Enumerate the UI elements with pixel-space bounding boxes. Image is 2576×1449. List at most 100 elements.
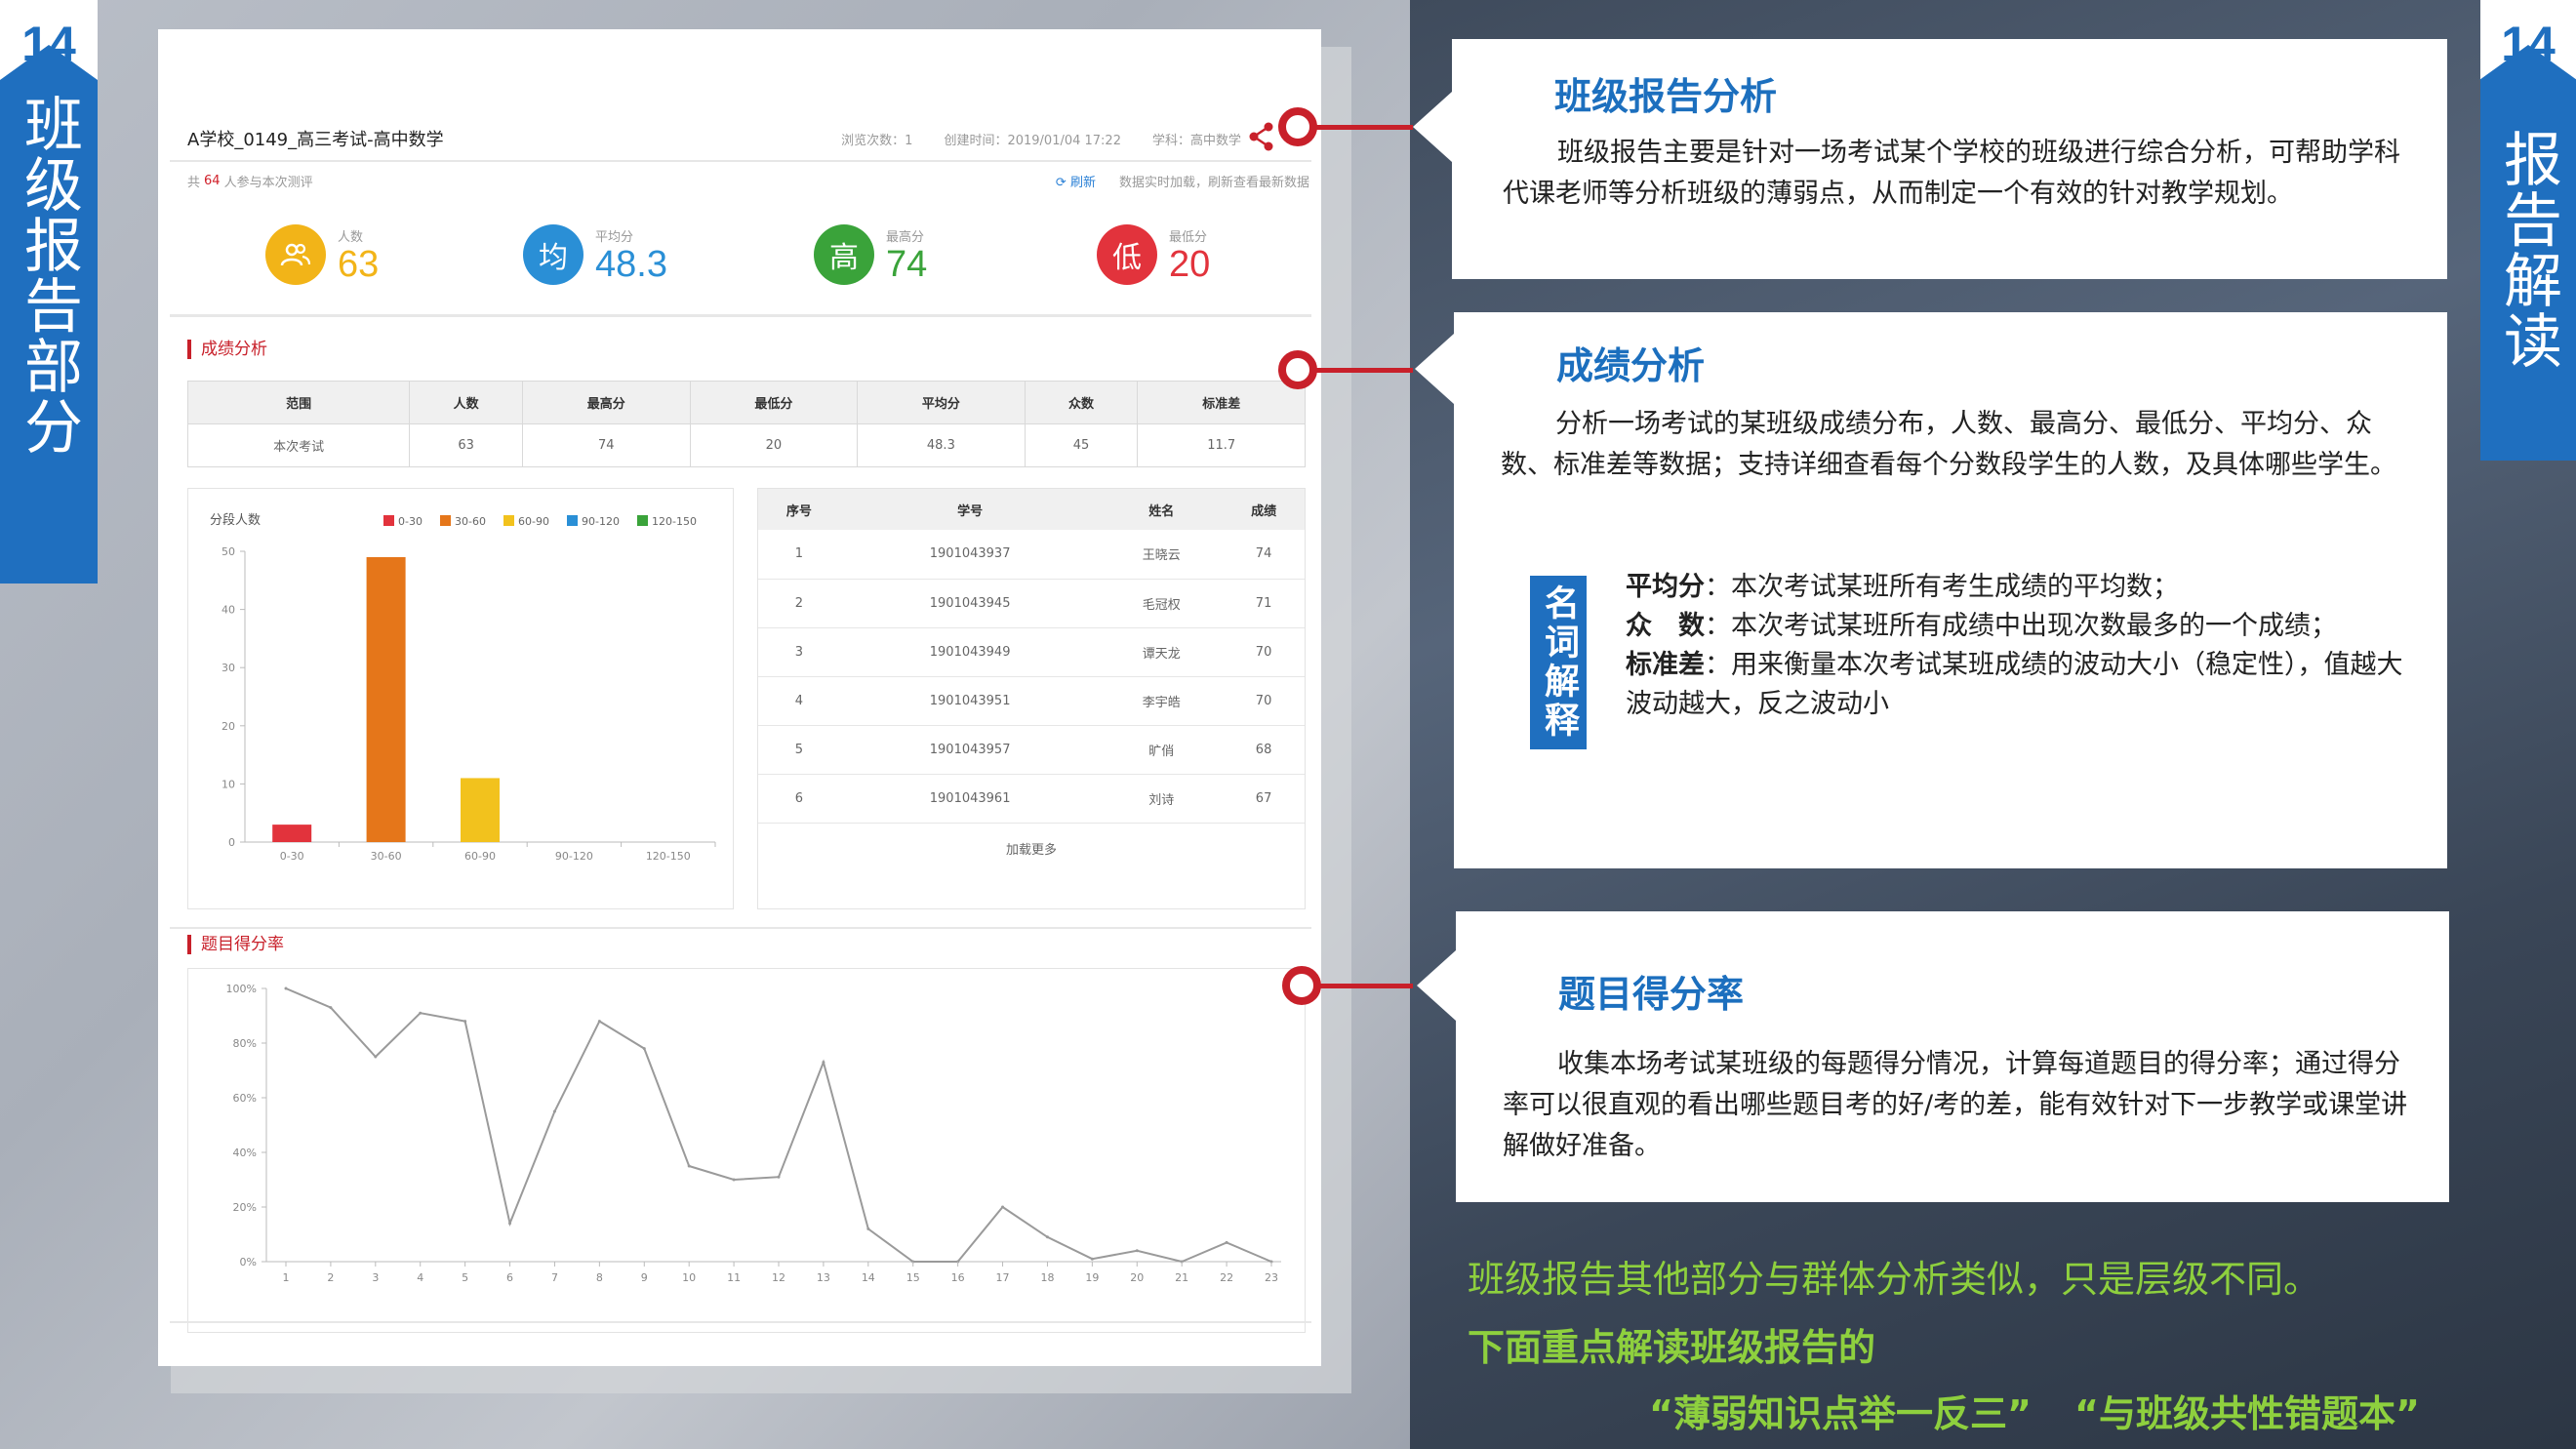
student-row[interactable]: 1 1901043937 王晓云 74 bbox=[758, 530, 1305, 580]
footer-line-2: 下面重点解读班级报告的 bbox=[1468, 1326, 1876, 1369]
report-screen: A学校_0149_高三考试-高中数学 浏览次数：1 创建时间：2019/01/0… bbox=[158, 29, 1321, 1366]
refresh-area: ⟳ 刷新 数据实时加载，刷新查看最新数据 bbox=[1056, 172, 1309, 190]
x-tick-label: 10 bbox=[682, 1271, 696, 1284]
card-class-report: 班级报告分析 班级报告主要是针对一场考试某个学校的班级进行综合分析，可帮助学科代… bbox=[1452, 39, 2447, 279]
rate-section-title: 题目得分率 bbox=[187, 935, 284, 954]
participant-count: 64 bbox=[204, 173, 221, 188]
y-tick-label: 40% bbox=[233, 1147, 257, 1159]
terms-label: 名词解释 bbox=[1530, 576, 1587, 749]
card-2-notch bbox=[1415, 334, 1454, 404]
student-header-cell: 序号 bbox=[758, 489, 840, 530]
student-cell: 5 bbox=[758, 725, 840, 775]
x-tick-label: 15 bbox=[906, 1271, 920, 1284]
legend-swatch bbox=[440, 515, 451, 526]
x-tick-label: 4 bbox=[417, 1271, 423, 1284]
student-list: 序号 学号 姓名 成绩 1 1901043937 王晓云 74 2 1901043945 毛… bbox=[757, 488, 1306, 909]
student-cell: 3 bbox=[758, 627, 840, 677]
kpi-average-label: 平均分 bbox=[595, 229, 634, 245]
rate-point bbox=[866, 1227, 870, 1230]
left-section-tab: 14 班级报告部分 bbox=[0, 0, 98, 584]
card-question-rate: 题目得分率 收集本场考试某班级的每题得分情况，计算每道题目的得分率；通过得分率可… bbox=[1456, 911, 2449, 1202]
x-tick-label: 5 bbox=[462, 1271, 468, 1284]
student-header-cell: 姓名 bbox=[1100, 489, 1224, 530]
student-row[interactable]: 4 1901043951 李宇皓 70 bbox=[758, 676, 1305, 726]
stats-cell: 20 bbox=[689, 423, 859, 467]
load-more-button[interactable]: 加载更多 bbox=[758, 824, 1305, 858]
rate-divider bbox=[170, 927, 1311, 929]
student-cell: 1901043961 bbox=[839, 774, 1101, 824]
x-tick-label: 9 bbox=[641, 1271, 648, 1284]
student-row[interactable]: 3 1901043949 谭天龙 70 bbox=[758, 627, 1305, 677]
student-cell: 刘诗 bbox=[1100, 774, 1224, 824]
student-row[interactable]: 6 1901043961 刘诗 67 bbox=[758, 774, 1305, 824]
x-tick-label: 120-150 bbox=[646, 850, 691, 863]
kpi-high-label: 最高分 bbox=[886, 229, 925, 245]
student-cell: 李宇皓 bbox=[1100, 676, 1224, 726]
y-tick-label: 20% bbox=[233, 1201, 257, 1214]
card-score-analysis: 成绩分析 分析一场考试的某班级成绩分布，人数、最高分、最低分、平均分、众数、标准… bbox=[1454, 312, 2509, 868]
rate-point bbox=[1225, 1240, 1228, 1244]
x-tick-label: 21 bbox=[1175, 1271, 1188, 1284]
student-cell: 王晓云 bbox=[1100, 530, 1224, 580]
question-rate-chart: 0% 20% 40% 60% 80% 100% 1 2 3 4 5 6 7 8 9 10 11 12 13 14 15 1… bbox=[187, 968, 1306, 1333]
student-table-body: 1 1901043937 王晓云 74 2 1901043945 毛冠权 71 3 1901043… bbox=[758, 530, 1305, 824]
x-tick-label: 6 bbox=[506, 1271, 513, 1284]
left-tab-arrow bbox=[0, 45, 98, 80]
x-tick-label: 17 bbox=[996, 1271, 1010, 1284]
x-tick-label: 18 bbox=[1040, 1271, 1054, 1284]
student-cell: 1901043949 bbox=[839, 627, 1101, 677]
y-tick-label: 50 bbox=[221, 545, 235, 558]
kpi-count: 人数 63 bbox=[265, 224, 379, 285]
rate-point bbox=[1001, 1205, 1005, 1209]
stats-header-row: 范围 人数 最高分 最低分 平均分 众数 标准差 bbox=[186, 381, 1306, 424]
x-tick-label: 60-90 bbox=[464, 850, 496, 863]
rate-point bbox=[508, 1222, 512, 1226]
stats-header-cell: 范围 bbox=[186, 381, 411, 424]
y-tick-label: 80% bbox=[233, 1037, 257, 1050]
student-cell: 4 bbox=[758, 676, 840, 726]
student-header-cell: 学号 bbox=[839, 489, 1101, 530]
x-tick-label: 16 bbox=[951, 1271, 965, 1284]
kpi-count-value: 63 bbox=[338, 243, 380, 285]
x-tick-label: 3 bbox=[372, 1271, 379, 1284]
x-tick-label: 7 bbox=[551, 1271, 558, 1284]
x-tick-label: 30-60 bbox=[371, 850, 402, 863]
right-tab-arrow bbox=[2479, 45, 2576, 80]
student-cell: 70 bbox=[1223, 627, 1305, 677]
term-stddev: 标准差：用来衡量本次考试某班成绩的波动大小（稳定性），值越大 波动越大，反之波动… bbox=[1626, 650, 2509, 719]
report-header: A学校_0149_高三考试-高中数学 浏览次数：1 创建时间：2019/01/0… bbox=[187, 119, 1309, 158]
refresh-button[interactable]: ⟳ 刷新 bbox=[1056, 172, 1096, 190]
rate-point bbox=[284, 986, 288, 990]
x-tick-label: 90-120 bbox=[555, 850, 593, 863]
report-meta: 浏览次数：1 创建时间：2019/01/04 17:22 学科：高中数学 bbox=[841, 130, 1241, 148]
score-distribution-chart: 分段人数 0-30 30-60 60-90 90-120 120-150 0 10 20 30 40… bbox=[187, 488, 734, 909]
stats-row: 本次考试 63 74 20 48.3 45 11.7 bbox=[186, 423, 1306, 467]
report-title: A学校_0149_高三考试-高中数学 bbox=[187, 130, 444, 150]
x-tick-label: 22 bbox=[1220, 1271, 1233, 1284]
legend-swatch bbox=[383, 515, 394, 526]
stats-header-cell: 最低分 bbox=[689, 381, 859, 424]
stats-header-cell: 众数 bbox=[1024, 381, 1139, 424]
participant-bar: 共 64 人参与本次测评 ⟳ 刷新 数据实时加载，刷新查看最新数据 bbox=[187, 166, 1309, 195]
stats-cell: 本次考试 bbox=[186, 423, 411, 467]
legend-label: 30-60 bbox=[455, 515, 486, 528]
stats-header-cell: 平均分 bbox=[857, 381, 1026, 424]
student-cell: 1901043945 bbox=[839, 579, 1101, 628]
header-divider bbox=[170, 160, 1311, 162]
card-question-rate-body: 收集本场考试某班级的每题得分情况，计算每道题目的得分率；通过得分率可以很直观的看… bbox=[1503, 1049, 2408, 1161]
share-icon[interactable] bbox=[1247, 119, 1276, 154]
student-row[interactable]: 2 1901043945 毛冠权 71 bbox=[758, 579, 1305, 628]
y-tick-label: 30 bbox=[221, 662, 235, 674]
users-icon bbox=[265, 224, 326, 285]
y-tick-label: 40 bbox=[221, 604, 235, 617]
view-count: 浏览次数：1 bbox=[841, 133, 913, 148]
rate-point bbox=[419, 1011, 423, 1015]
student-row[interactable]: 5 1901043957 旷俏 68 bbox=[758, 725, 1305, 775]
bar bbox=[272, 825, 312, 842]
student-header-cell: 成绩 bbox=[1223, 489, 1305, 530]
rate-point bbox=[374, 1055, 378, 1059]
kpi-high: 高 最高分 74 bbox=[814, 224, 927, 285]
footer-line-1: 班级报告其他部分与群体分析类似，只是层级不同。 bbox=[1468, 1258, 2321, 1301]
rate-point bbox=[597, 1020, 601, 1024]
x-tick-label: 8 bbox=[596, 1271, 603, 1284]
